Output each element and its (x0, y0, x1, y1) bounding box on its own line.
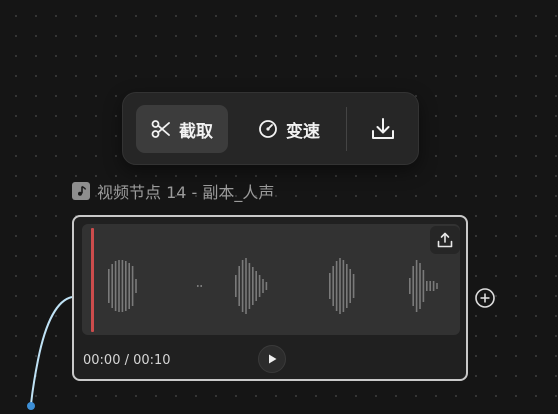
waveform-area[interactable] (82, 224, 460, 335)
music-note-icon (72, 182, 90, 200)
add-output-button[interactable] (475, 288, 495, 308)
waveform-bar (258, 275, 261, 297)
waveform-bar (432, 281, 435, 291)
upload-button[interactable] (430, 226, 460, 254)
edge-endpoint-dot (27, 402, 35, 410)
speed-button[interactable]: 变速 (241, 105, 337, 153)
waveform-bar (108, 269, 110, 303)
clip-button[interactable]: 截取 (136, 105, 228, 153)
waveform-bar (111, 264, 113, 308)
node-title-text: 视频节点 14 - 副本_人声 (97, 183, 275, 202)
waveform-bar (131, 266, 134, 306)
gauge-icon (259, 120, 277, 138)
node-title: 视频节点 14 - 副本_人声 (72, 180, 274, 202)
toolbar-divider (346, 107, 347, 151)
waveform (108, 258, 438, 314)
upload-icon (437, 232, 453, 248)
waveform-bar (346, 264, 348, 308)
speed-label: 变速 (286, 121, 320, 142)
play-button[interactable] (258, 345, 286, 373)
download-button[interactable] (359, 105, 407, 153)
waveform-bar (248, 263, 251, 309)
waveform-bar (118, 260, 120, 312)
waveform-bar (265, 282, 268, 290)
waveform-bar (255, 271, 257, 301)
waveform-bar (335, 261, 338, 311)
play-icon (269, 354, 277, 364)
waveform-bar (329, 273, 331, 299)
waveform-bar (426, 281, 428, 291)
download-icon (372, 118, 394, 139)
waveform-bar (332, 266, 334, 306)
time-display: 00:00 / 00:10 (83, 353, 171, 368)
waveform-bar (128, 263, 130, 309)
waveform-bar (135, 279, 137, 293)
playhead[interactable] (91, 228, 94, 332)
waveform-bar (200, 285, 202, 287)
waveform-bar (262, 279, 264, 293)
waveform-bar (197, 285, 199, 287)
waveform-bar (245, 258, 247, 314)
waveform-bar (415, 260, 418, 312)
waveform-bar (429, 281, 431, 291)
waveform-bar (436, 283, 438, 289)
audio-toolbar: 截取 变速 (122, 92, 419, 165)
waveform-bar (235, 275, 237, 297)
waveform-bar (422, 270, 425, 302)
waveform-bar (419, 263, 421, 309)
waveform-bar (121, 260, 124, 312)
waveform-bar (412, 266, 414, 306)
audio-node-card[interactable]: 00:00 / 00:10 (72, 215, 468, 381)
waveform-bar (339, 258, 341, 314)
waveform-bar (252, 267, 254, 305)
waveform-bar (125, 261, 127, 311)
waveform-bar (241, 260, 244, 312)
waveform-bar (352, 274, 355, 298)
clip-label: 截取 (179, 121, 213, 142)
waveform-bar (409, 278, 411, 294)
waveform-bar (342, 260, 345, 312)
scissors-icon (151, 120, 170, 138)
waveform-bar (114, 261, 117, 311)
waveform-bar (349, 269, 351, 303)
waveform-bar (238, 266, 240, 306)
